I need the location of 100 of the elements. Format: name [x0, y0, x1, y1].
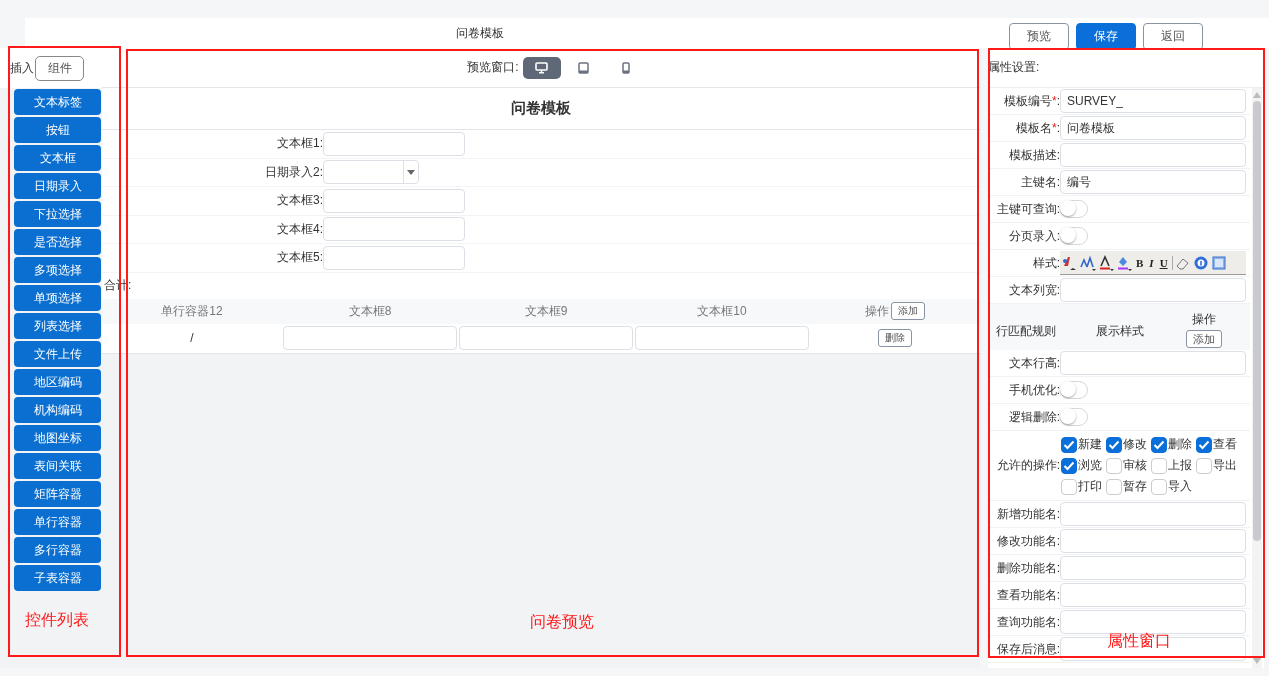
header-button[interactable]: 预览	[1009, 22, 1069, 50]
property-field[interactable]	[1060, 610, 1246, 634]
property-field[interactable]	[1060, 351, 1246, 375]
scrollbar[interactable]	[1252, 88, 1262, 668]
checkbox[interactable]	[1061, 457, 1077, 474]
page-title: 问卷模板	[456, 25, 504, 40]
field-label: 文本框1:	[276, 135, 323, 153]
component-button[interactable]: 多行容器	[14, 537, 101, 563]
scroll-up-icon[interactable]	[1253, 92, 1261, 98]
box-icon[interactable]	[1210, 254, 1227, 271]
scroll-down-icon[interactable]	[1253, 658, 1261, 664]
column-header: 操作	[1192, 311, 1216, 328]
format-button[interactable]: I	[1147, 256, 1156, 269]
component-button[interactable]: 单项选择	[14, 285, 101, 311]
text-field[interactable]	[323, 188, 465, 213]
checkbox-label: 查看	[1213, 436, 1237, 453]
text-field[interactable]	[323, 245, 465, 270]
header-button[interactable]: 返回	[1143, 22, 1203, 50]
component-button[interactable]: 地图坐标	[14, 425, 101, 451]
form-title: 问卷模板	[511, 99, 571, 118]
property-label: 新增功能名:	[995, 505, 1060, 523]
toggle-switch[interactable]	[1060, 227, 1088, 245]
field-label: 文本框5:	[276, 249, 323, 267]
monitor-button[interactable]	[522, 56, 561, 79]
toggle-switch[interactable]	[1060, 381, 1088, 399]
column-header: 文本框9	[524, 302, 568, 320]
property-field[interactable]	[1060, 502, 1246, 526]
property-field[interactable]	[1060, 583, 1246, 607]
column-header: 单行容器12	[161, 302, 223, 320]
component-button[interactable]: 按钮	[14, 117, 101, 143]
cell-input[interactable]	[459, 326, 633, 350]
component-button[interactable]: 机构编码	[14, 397, 101, 423]
checkbox-label: 修改	[1123, 436, 1147, 453]
font-size-icon[interactable]	[1080, 254, 1096, 271]
add-button[interactable]: 添加	[891, 302, 925, 320]
checkbox-label: 审核	[1123, 457, 1147, 474]
checkbox-label: 导入	[1168, 478, 1192, 495]
component-button[interactable]: 单行容器	[14, 509, 101, 535]
field-label: 文本框3:	[276, 192, 323, 210]
column-header: 文本框10	[697, 302, 747, 320]
property-field[interactable]	[1060, 556, 1246, 580]
column-header: 行匹配规则	[996, 323, 1057, 340]
property-field[interactable]	[1060, 143, 1246, 167]
cell-input[interactable]	[635, 326, 809, 350]
property-field[interactable]: 编号	[1060, 170, 1246, 194]
component-button[interactable]: 下拉选择	[14, 201, 101, 227]
component-button[interactable]: 矩阵容器	[14, 481, 101, 507]
property-label: 文本列宽:	[1007, 281, 1060, 299]
toggle-switch[interactable]	[1060, 200, 1088, 218]
checkbox-label: 导出	[1213, 457, 1237, 474]
property-label: 删除功能名:	[995, 559, 1060, 577]
toggle-switch[interactable]	[1060, 408, 1088, 426]
checkbox-label: 删除	[1168, 436, 1192, 453]
property-label: 主键名:	[1019, 173, 1060, 191]
header-button[interactable]: 保存	[1076, 22, 1136, 50]
property-field[interactable]	[1060, 278, 1246, 302]
component-button[interactable]: 地区编码	[14, 369, 101, 395]
property-field[interactable]: 问卷模板	[1060, 116, 1246, 140]
tablet-icon	[578, 61, 590, 74]
property-field[interactable]	[1060, 529, 1246, 553]
text-style-icon[interactable]	[1062, 254, 1078, 271]
checkbox[interactable]	[1151, 436, 1167, 453]
property-label: 逻辑删除:	[1007, 408, 1060, 426]
property-label: 允许的操作:	[995, 457, 1060, 474]
field-label: 日期录入2:	[264, 163, 323, 181]
column-header: 展示样式	[1096, 323, 1145, 340]
format-button[interactable]: U	[1157, 256, 1170, 269]
property-label: 查询功能名:	[995, 613, 1060, 631]
add-button[interactable]: 添加	[1186, 330, 1222, 348]
annotation-label: 问卷预览	[530, 612, 594, 632]
component-tab[interactable]: 组件	[35, 55, 84, 81]
text-field[interactable]	[323, 217, 465, 242]
date-field[interactable]	[323, 160, 419, 185]
property-label: 手机优化:	[1007, 381, 1060, 399]
component-button[interactable]: 日期录入	[14, 173, 101, 199]
device-label: 预览窗口:	[467, 59, 519, 76]
cell-input[interactable]	[283, 326, 457, 350]
component-button[interactable]: 文件上传	[14, 341, 101, 367]
delete-button[interactable]: 删除	[878, 329, 912, 347]
checkbox[interactable]	[1061, 436, 1077, 453]
component-button[interactable]: 子表容器	[14, 565, 101, 591]
format-button[interactable]: B	[1134, 256, 1146, 269]
checkbox[interactable]	[1106, 436, 1122, 453]
component-button[interactable]: 是否选择	[14, 229, 101, 255]
insert-label: 插入	[10, 59, 34, 77]
field-label: 文本框4:	[276, 220, 323, 238]
text-field[interactable]	[323, 131, 465, 156]
property-label: 分页录入:	[1007, 227, 1060, 245]
component-button[interactable]: 表间关联	[14, 453, 101, 479]
component-button[interactable]: 文本标签	[14, 89, 101, 115]
info-icon[interactable]	[1192, 254, 1209, 271]
property-field[interactable]: SURVEY_	[1060, 89, 1246, 113]
property-label: 修改功能名:	[995, 532, 1060, 550]
font-color-icon[interactable]	[1098, 254, 1114, 271]
property-label: 文本行高:	[1007, 354, 1060, 372]
component-button[interactable]: 列表选择	[14, 313, 101, 339]
component-button[interactable]: 多项选择	[14, 257, 101, 283]
checkbox-label: 新建	[1078, 436, 1102, 453]
component-button[interactable]: 文本框	[14, 145, 101, 171]
checkbox[interactable]	[1196, 436, 1212, 453]
